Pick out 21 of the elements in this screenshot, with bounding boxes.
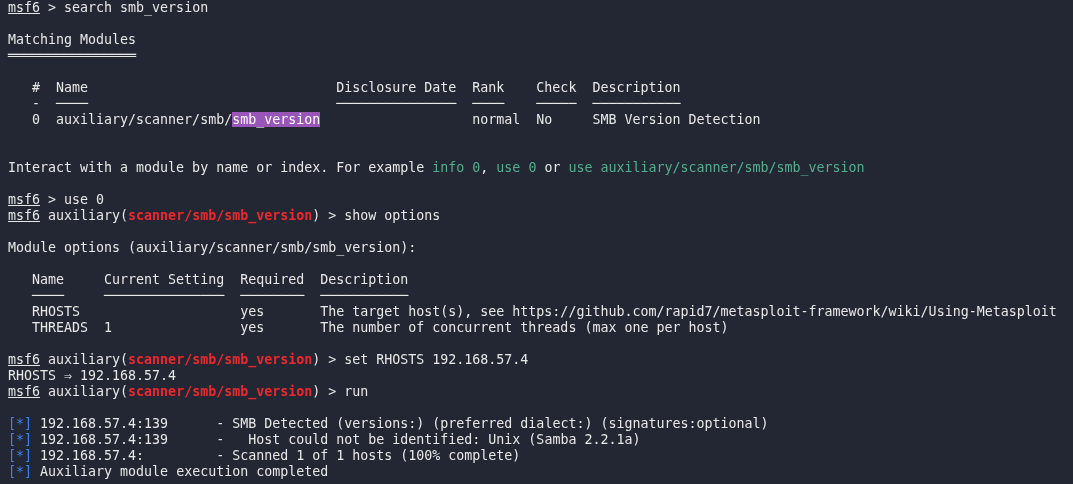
terminal-line: msf6 > use 0 <box>8 192 105 208</box>
terminal-line: msf6 auxiliary(scanner/smb/smb_version) > show options <box>8 208 441 224</box>
terminal-line: # Name Disclosure Date Rank Check Description <box>31 80 681 96</box>
terminal-line: [*] Auxiliary module execution completed <box>8 464 329 480</box>
terminal-line: Interact with a module by name or index. For example info 0, use 0 or use auxiliary/scanner/smb/smb_version <box>8 160 865 176</box>
terminal-line: 0 auxiliary/scanner/smb/smb_version normal No SMB Version Detection <box>31 112 761 128</box>
terminal-line: RHOSTS ⇒ 192.168.57.4 <box>8 368 177 384</box>
terminal-line: RHOSTS yes The target host(s), see https://github.com/rapid7/metasploit-framework/wiki/Using-Metasploit <box>31 304 1057 320</box>
terminal-line: [*] 192.168.57.4:139 - SMB Detected (versions:) (preferred dialect:) (signatures:optional) <box>8 416 769 432</box>
terminal-line: [*] 192.168.57.4:139 - Host could not be identified: Unix (Samba 2.2.1a) <box>8 432 641 448</box>
terminal-line: ════════════════ <box>8 48 137 64</box>
terminal-line: Matching Modules <box>8 32 137 48</box>
terminal-line: ──── ─────────────── ──────── ─────────── <box>31 288 409 304</box>
terminal-line: msf6 > search smb_version <box>8 0 209 16</box>
terminal-line: Module options (auxiliary/scanner/smb/smb_version): <box>8 240 417 256</box>
terminal-line: msf6 auxiliary(scanner/smb/smb_version) > set RHOSTS 192.168.57.4 <box>8 352 529 368</box>
terminal-line: - ──── ─────────────── ──── ───── ─────────── <box>31 96 681 112</box>
terminal-line: THREADS 1 yes The number of concurrent threads (max one per host) <box>31 320 729 336</box>
terminal-line: msf6 auxiliary(scanner/smb/smb_version) > run <box>8 384 369 400</box>
terminal-line: Name Current Setting Required Description <box>31 272 409 288</box>
terminal-line: [*] 192.168.57.4: - Scanned 1 of 1 hosts (100% complete) <box>8 448 521 464</box>
